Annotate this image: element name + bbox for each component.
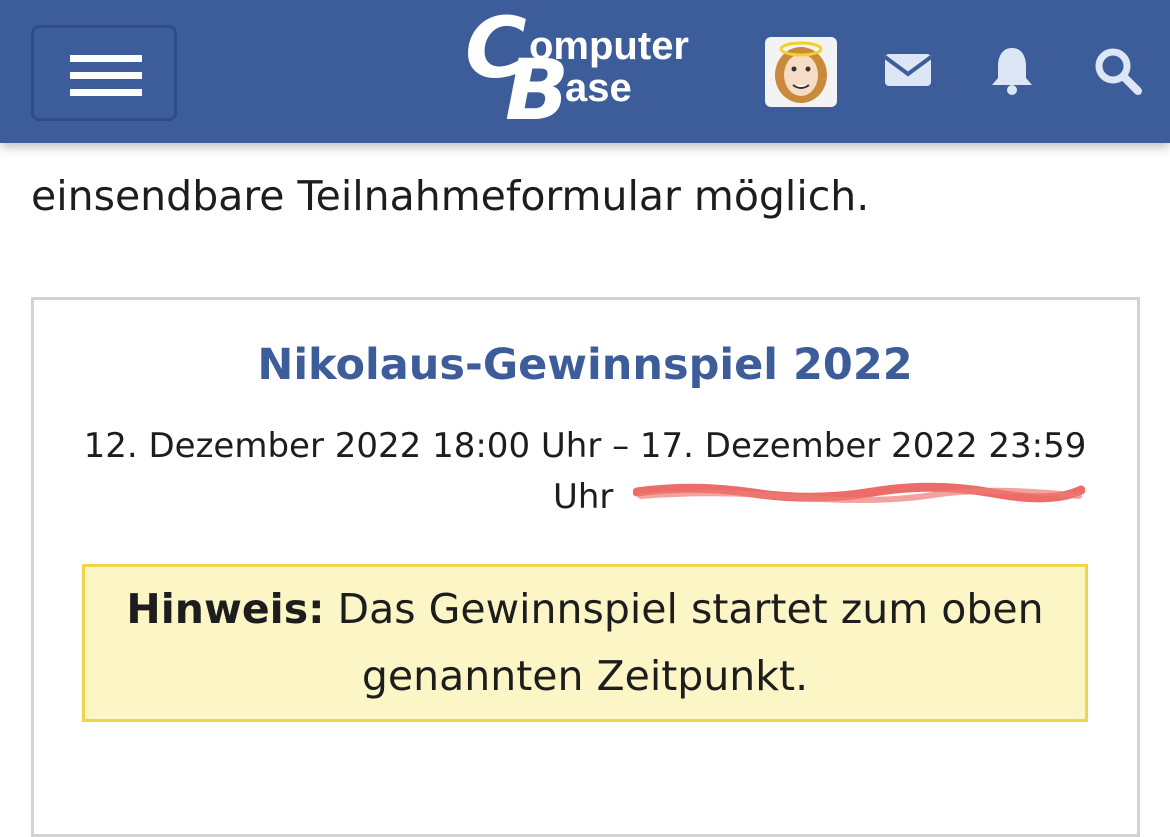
computerbase-logo[interactable]: C omputer B ase — [465, 6, 710, 132]
menu-icon-bar-middle — [70, 72, 142, 79]
menu-icon-bar-bottom — [70, 89, 142, 96]
hint-label: Hinweis: — [126, 585, 325, 633]
article-text: einsendbare Teilnahmeformular möglich. — [31, 172, 870, 220]
bell-icon[interactable] — [982, 40, 1042, 100]
hint-text-line1: Hinweis: Das Gewinnspiel startet zum obe… — [0, 585, 1170, 633]
logo-word-ase: ase — [565, 66, 632, 110]
avatar-face-icon — [775, 41, 827, 103]
menu-button[interactable] — [31, 25, 177, 121]
user-avatar[interactable] — [765, 37, 837, 107]
red-scribble-redaction — [633, 482, 1085, 504]
event-date-range: 12. Dezember 2022 18:00 Uhr – 17. Dezemb… — [83, 426, 1087, 466]
event-date-range-suffix: Uhr — [553, 477, 614, 517]
event-title[interactable]: Nikolaus-Gewinnspiel 2022 — [0, 340, 1170, 390]
hint-text-line2: genannten Zeitpunkt. — [361, 652, 809, 700]
top-navigation-bar: C omputer B ase — [0, 0, 1170, 143]
menu-icon-bar-top — [70, 55, 142, 62]
logo-letter-b: B — [505, 41, 570, 139]
search-icon[interactable] — [1088, 40, 1148, 100]
envelope-icon[interactable] — [878, 40, 938, 100]
hint-message-part1: Das Gewinnspiel startet zum oben — [324, 585, 1044, 633]
